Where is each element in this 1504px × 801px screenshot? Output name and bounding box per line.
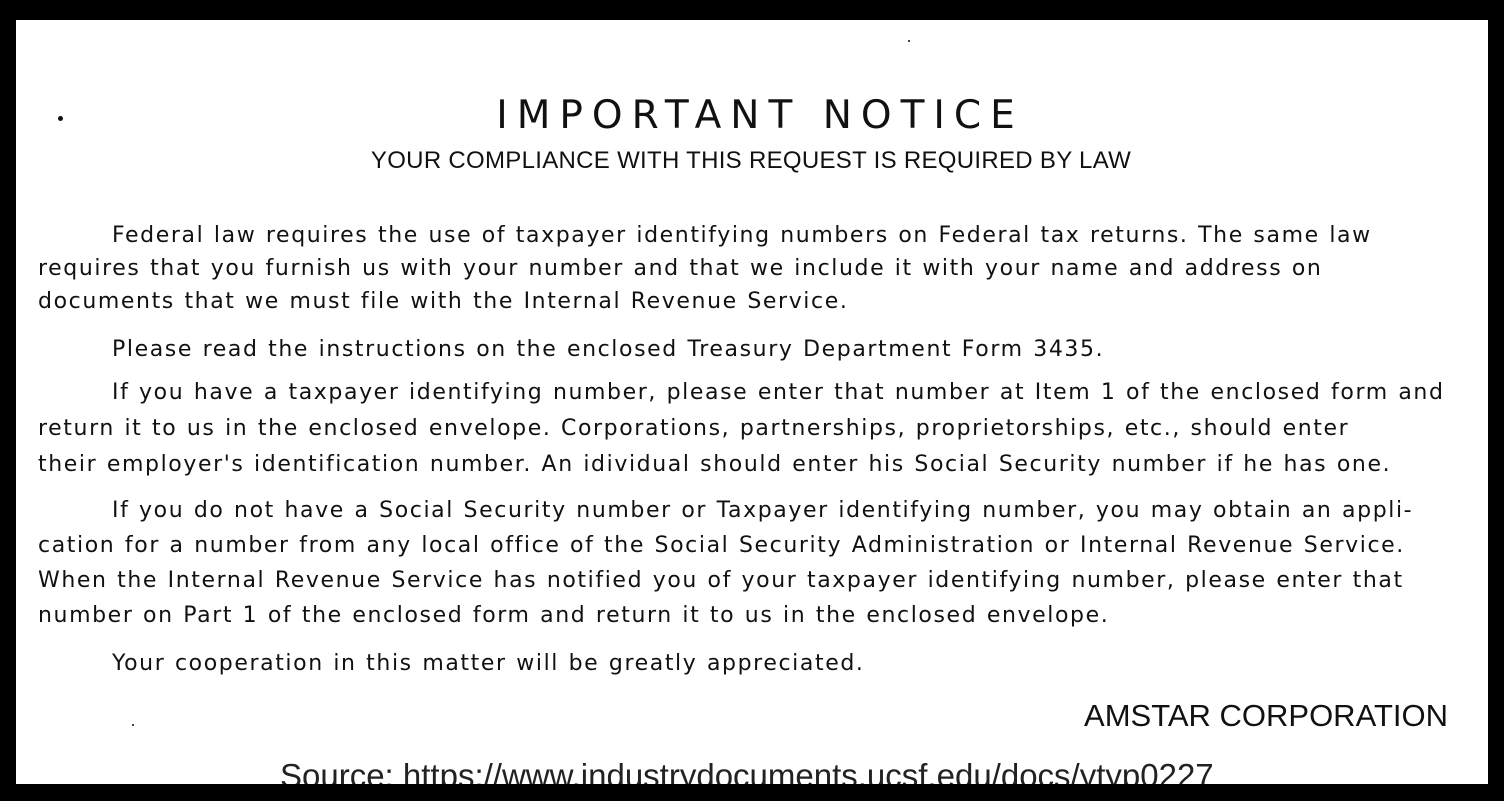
- signature-company: AMSTAR CORPORATION: [1084, 698, 1448, 733]
- notice-subtitle: YOUR COMPLIANCE WITH THIS REQUEST IS REQ…: [370, 147, 1132, 174]
- paragraph-cooperation: Your cooperation in this matter will be …: [112, 651, 865, 676]
- paragraph-read-instructions: Please read the instructions on the encl…: [112, 337, 1105, 362]
- source-footer: Source: https://www.industrydocuments.uc…: [280, 757, 1214, 784]
- scan-speck: [908, 40, 910, 42]
- scan-speck: [132, 724, 134, 726]
- notice-title: IMPORTANT NOTICE: [496, 93, 1024, 138]
- paragraph-no-number: If you do not have a Social Security num…: [38, 498, 1414, 628]
- document-page: IMPORTANT NOTICE YOUR COMPLIANCE WITH TH…: [16, 20, 1488, 784]
- paragraph-have-number: If you have a taxpayer identifying numbe…: [38, 380, 1445, 477]
- paragraph-federal-law: Federal law requires the use of taxpayer…: [38, 223, 1372, 314]
